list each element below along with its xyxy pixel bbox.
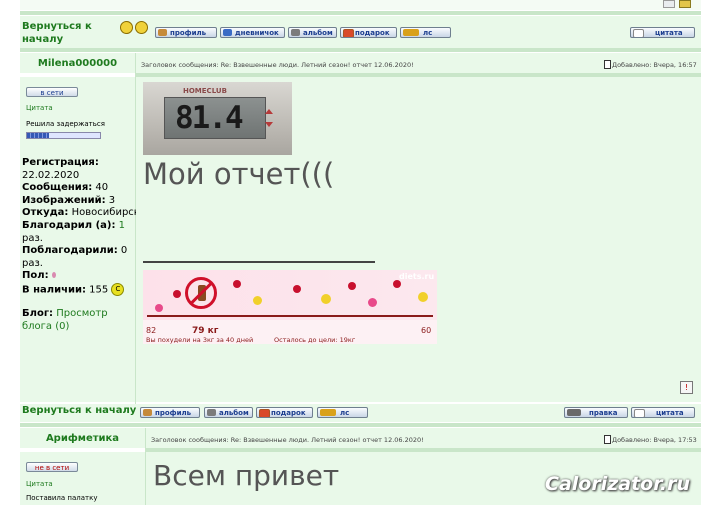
blog-label: Блог:	[22, 308, 54, 319]
post1-online-badge: в сети	[26, 87, 78, 97]
coin-icon: C	[111, 282, 125, 296]
top-strip	[20, 0, 701, 10]
ticker-start: 82	[146, 326, 157, 335]
msgs-label: Сообщения:	[22, 182, 93, 194]
top-quote-button[interactable]: цитата	[630, 27, 695, 38]
pm-icon	[320, 409, 336, 416]
imgs-label: Изображений:	[22, 194, 106, 206]
top-profile-button[interactable]: профиль	[155, 27, 217, 38]
gift-icon	[259, 409, 270, 417]
ticker-caption-remaining: Осталось до цели: 19кг	[274, 336, 356, 344]
scale-down-arrow-icon	[265, 122, 273, 127]
post2-rank: Поставила палатку	[26, 494, 98, 502]
post1-text: Мой отчет(((	[143, 157, 335, 191]
watermark-logo: Calorizator.ru	[545, 473, 691, 495]
post1-pm-button[interactable]: лс	[317, 407, 368, 418]
top-album-button[interactable]: альбом	[288, 27, 337, 38]
have-label: В наличии:	[22, 284, 86, 296]
ticker-caption-lost: Вы похудели на 3кг за 40 дней	[146, 336, 254, 344]
ticker-goal: 60	[421, 326, 432, 335]
top-pm-button[interactable]: лс	[400, 27, 451, 38]
post1-quote-link[interactable]: Цитата	[26, 104, 53, 112]
post1-gift-button[interactable]: подарок	[256, 407, 313, 418]
rank-progress-bar	[26, 132, 101, 139]
post1-author[interactable]: Milena000000	[20, 58, 135, 69]
scale-brand: HOMECLUB	[183, 87, 227, 95]
got-value: 0	[120, 245, 128, 257]
post2-added: Добавлено: Вчера, 17:53	[612, 436, 697, 444]
post1-rank: Решила задержаться	[26, 120, 105, 128]
post2-text: Всем привет	[153, 459, 340, 492]
separator	[20, 11, 701, 15]
top-diary-button[interactable]: дневничок	[220, 27, 285, 38]
post2-quote-link[interactable]: Цитата	[26, 480, 53, 488]
top-up-arrow-icon[interactable]	[663, 0, 675, 8]
thanked-value[interactable]: 1	[119, 220, 125, 231]
album-icon	[291, 29, 300, 36]
post2-offline-badge: не в сети	[26, 462, 78, 472]
scale-digits: 81.4	[175, 100, 244, 136]
sex-label: Пол:	[22, 270, 49, 282]
ticker-site: diets.ru	[399, 272, 435, 281]
quote-icon	[634, 409, 645, 417]
post1-album-button[interactable]: альбом	[204, 407, 253, 418]
post1-top-icon[interactable]: !	[680, 381, 693, 394]
post1-profile-info: Регистрация: 22.02.2020 Сообщения: 40 Из…	[22, 157, 140, 297]
top-gift-button[interactable]: подарок	[340, 27, 397, 38]
quote-icon	[633, 29, 644, 37]
ticker-current: 79 кг	[192, 326, 219, 336]
from-label: Откуда:	[22, 207, 69, 219]
pm-icon	[403, 29, 419, 36]
album-icon	[207, 409, 216, 416]
emoticon-icon[interactable]	[120, 21, 133, 34]
post-doc-icon	[604, 435, 611, 444]
top-smile-icon[interactable]	[679, 0, 691, 8]
imgs-value: 3	[108, 194, 116, 206]
top-back-link[interactable]: Вернуться к началу	[22, 20, 117, 46]
post1-profile-button[interactable]: профиль	[140, 407, 200, 418]
ticker-progress-line	[147, 315, 433, 317]
post1-quote-button[interactable]: цитата	[631, 407, 695, 418]
got-label: Поблагодарили:	[22, 245, 118, 257]
got-unit: раз.	[22, 257, 43, 269]
post1-edit-button[interactable]: правка	[564, 407, 628, 418]
reg-label: Регистрация:	[22, 157, 99, 168]
gift-icon	[343, 29, 354, 37]
diary-icon	[223, 29, 232, 36]
have-value: 155	[89, 284, 109, 296]
msgs-value: 40	[95, 182, 109, 194]
profile-icon	[158, 29, 167, 36]
post1-back-link[interactable]: Вернуться к началу	[22, 405, 136, 416]
post1-blog: Блог: Просмотр блога (0)	[22, 307, 134, 333]
thanked-unit: раз.	[22, 232, 43, 244]
forbidden-cake-icon	[185, 277, 217, 309]
female-icon	[51, 272, 56, 279]
signature-divider	[143, 261, 375, 263]
separator	[20, 423, 701, 427]
weight-ticker[interactable]: diets.ru 82 79 кг 60 Вы похудели на 3кг …	[143, 270, 437, 344]
post-doc-icon	[604, 60, 611, 69]
scale-up-arrow-icon	[265, 109, 273, 114]
profile-icon	[143, 409, 152, 416]
from-value: Новосибирск	[71, 207, 140, 219]
post1-added: Добавлено: Вчера, 16:57	[612, 61, 697, 69]
post1-subject: Заголовок сообщения: Re: Взвешенные люди…	[141, 61, 414, 69]
reg-value: 22.02.2020	[22, 169, 80, 181]
separator	[20, 48, 701, 52]
emoticon2-icon[interactable]	[135, 21, 148, 34]
edit-icon	[567, 409, 581, 416]
post2-subject: Заголовок сообщения: Re: Взвешенные люди…	[151, 436, 424, 444]
post2-author[interactable]: Арифметика	[20, 433, 145, 444]
thanked-label: Благодарил (а):	[22, 219, 116, 231]
scale-photo: HOMECLUB 81.4	[143, 82, 292, 155]
